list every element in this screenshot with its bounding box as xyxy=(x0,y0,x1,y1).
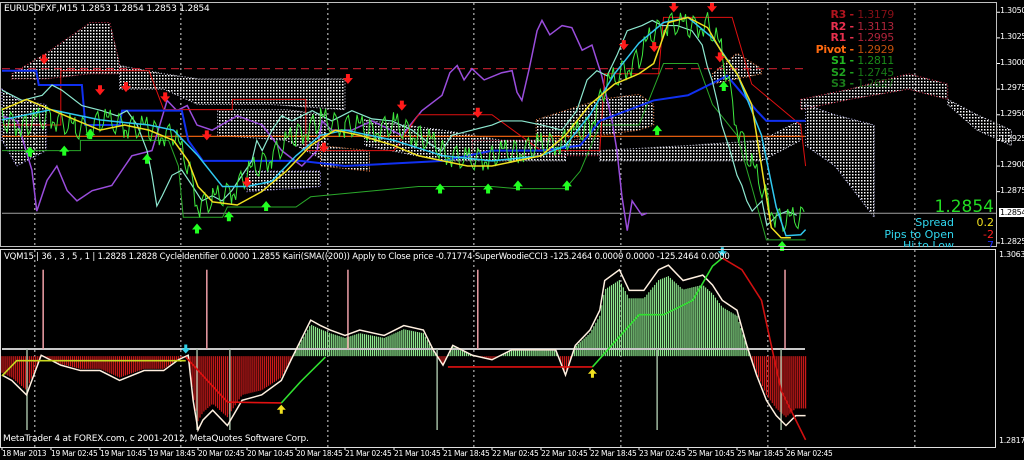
indicator-header: VQM15 | 36 , 3 , 5 , 1 | 1.2828 1.2828 C… xyxy=(4,252,730,262)
time-axis-label: 22 Mar 18:45 xyxy=(590,449,637,458)
price-axis-label: 1.2900 xyxy=(1000,160,1024,170)
sell-arrow-icon xyxy=(95,85,105,96)
time-axis-label: 23 Mar 02:45 xyxy=(639,449,686,458)
symbol-info: EURUSDFXF,M15 1.2853 1.2854 1.2853 1.285… xyxy=(4,4,210,14)
buy-arrow-icon xyxy=(652,125,663,136)
copyright-text: MetaTrader 4 at FOREX.com, c 2001-2012, … xyxy=(3,434,309,444)
buy-arrow-icon xyxy=(59,145,70,156)
time-axis-label: 18 Mar 2013 xyxy=(2,449,47,458)
buy-arrow-icon xyxy=(261,200,272,211)
sell-arrow-icon xyxy=(707,2,718,13)
sell-arrow-icon xyxy=(396,100,407,111)
buy-signal-arrow-icon xyxy=(276,404,286,414)
ichimoku-cloud xyxy=(320,144,370,172)
price-axis-label: 1.3050 xyxy=(1000,6,1024,16)
indicator-subwindow[interactable] xyxy=(1,247,916,450)
price-axis-label: 1.3025 xyxy=(1000,31,1024,41)
time-axis-label: 26 Mar 02:45 xyxy=(786,449,833,458)
time-axis-label: 20 Mar 18:45 xyxy=(296,449,343,458)
indicator-axis-min: 1.2817 xyxy=(999,436,1024,445)
price-axis-label: 1.2975 xyxy=(1000,83,1024,93)
price-axis-label: 1.2950 xyxy=(1000,108,1024,118)
price-axis-label: 1.3000 xyxy=(1000,57,1024,67)
pivot-label: S3 xyxy=(830,77,846,90)
sell-arrow-icon xyxy=(160,92,171,103)
time-axis-label: 21 Mar 10:45 xyxy=(394,449,441,458)
pivot-row-s3: S3 - 1.2627 xyxy=(754,77,894,90)
ichimoku-cloud xyxy=(805,103,875,219)
hi-to-low-label: Hi to Low xyxy=(902,239,954,247)
time-axis-label: 20 Mar 02:45 xyxy=(198,449,245,458)
price-axis-label: 1.2875 xyxy=(1000,185,1024,195)
time-axis-label: 21 Mar 18:45 xyxy=(443,449,490,458)
sell-arrow-icon xyxy=(668,2,679,13)
hi-to-low-value: 7 xyxy=(987,239,994,247)
price-axis-label: 1.2825 xyxy=(1000,236,1024,246)
time-axis-label: 19 Mar 10:45 xyxy=(100,449,147,458)
buy-signal-arrow-icon xyxy=(587,368,597,378)
price-axis-label: 1.2925 xyxy=(1000,134,1024,144)
buy-arrow-icon xyxy=(483,183,494,194)
time-axis-label: 19 Mar 18:45 xyxy=(149,449,196,458)
pivot-separator: - xyxy=(845,77,858,90)
current-price-label: 1.2854 xyxy=(999,208,1024,218)
current-price-display: 1.2854 xyxy=(934,197,994,217)
ichimoku-cloud xyxy=(246,170,321,193)
time-axis-label: 22 Mar 10:45 xyxy=(541,449,588,458)
buy-arrow-icon xyxy=(142,153,153,164)
time-axis-label: 20 Mar 10:45 xyxy=(247,449,294,458)
time-axis-label: 25 Mar 18:45 xyxy=(737,449,784,458)
buy-arrow-icon xyxy=(192,223,203,234)
series-aqua-price xyxy=(1,19,798,227)
time-axis-label: 25 Mar 10:45 xyxy=(688,449,735,458)
time-axis-label: 21 Mar 02:45 xyxy=(345,449,392,458)
sell-signal-arrow-icon xyxy=(181,344,191,354)
sell-arrow-icon xyxy=(201,130,212,141)
time-axis-label: 22 Mar 02:45 xyxy=(492,449,539,458)
time-axis-label: 19 Mar 02:45 xyxy=(51,449,98,458)
pivot-value: 1.2627 xyxy=(857,77,894,90)
buy-arrow-icon xyxy=(435,183,446,194)
indicator-axis-max: 1.3063 xyxy=(999,250,1024,259)
